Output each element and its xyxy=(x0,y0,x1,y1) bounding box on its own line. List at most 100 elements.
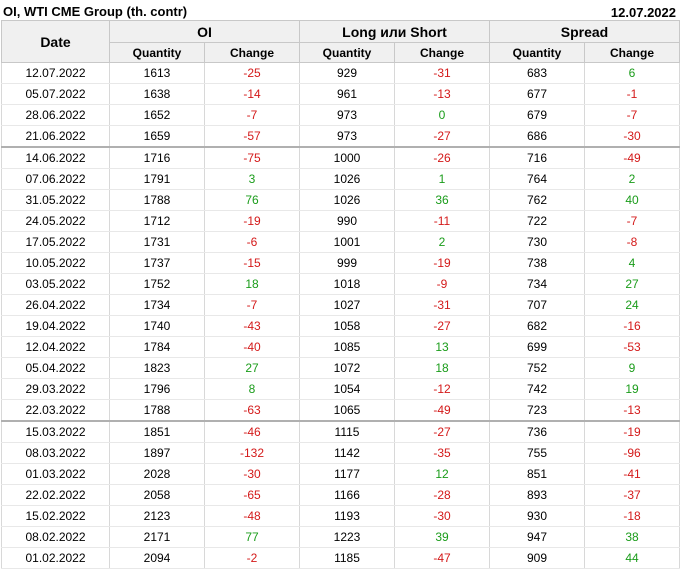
cell-date: 12.04.2022 xyxy=(1,336,110,358)
cell-oi-change: -75 xyxy=(204,146,300,169)
table-row: 28.06.2022 1652 -7 973 0 679 -7 xyxy=(1,104,680,126)
table-row: 24.05.2022 1712 -19 990 -11 722 -7 xyxy=(1,210,680,232)
cell-ls-change: -49 xyxy=(394,399,490,422)
report-title: OI, WTI CME Group (th. contr) xyxy=(3,4,188,19)
cell-oi-change: 27 xyxy=(204,357,300,379)
cell-oi-quantity: 1652 xyxy=(109,104,205,126)
cell-date: 05.04.2022 xyxy=(1,357,110,379)
table-body: 12.07.2022 1613 -25 929 -31 683 6 05.07.2022 163… xyxy=(1,62,680,569)
cell-spread-quantity: 762 xyxy=(489,189,585,211)
cell-oi-change: 76 xyxy=(204,189,300,211)
cell-spread-quantity: 893 xyxy=(489,484,585,506)
cell-spread-change: -37 xyxy=(584,484,680,506)
cell-date: 05.07.2022 xyxy=(1,83,110,105)
cell-date: 31.05.2022 xyxy=(1,189,110,211)
table-row: 08.03.2022 1897 -132 1142 -35 755 -96 xyxy=(1,442,680,464)
cell-ls-change: -28 xyxy=(394,484,490,506)
cell-spread-change: 2 xyxy=(584,168,680,190)
cell-date: 14.06.2022 xyxy=(1,146,110,169)
cell-oi-quantity: 1897 xyxy=(109,442,205,464)
cell-ls-quantity: 1001 xyxy=(299,231,395,253)
cell-spread-quantity: 686 xyxy=(489,125,585,148)
cell-date: 15.02.2022 xyxy=(1,505,110,527)
cell-oi-quantity: 1788 xyxy=(109,189,205,211)
cell-spread-change: -53 xyxy=(584,336,680,358)
cell-ls-change: 2 xyxy=(394,231,490,253)
cell-date: 10.05.2022 xyxy=(1,252,110,274)
cell-ls-change: -27 xyxy=(394,125,490,148)
cell-spread-change: 38 xyxy=(584,526,680,548)
table-row: 15.02.2022 2123 -48 1193 -30 930 -18 xyxy=(1,505,680,527)
cell-ls-change: 18 xyxy=(394,357,490,379)
cell-ls-quantity: 1177 xyxy=(299,463,395,485)
open-interest-table: Date OI Long или Short Spread Quantity C… xyxy=(1,20,680,569)
cell-oi-quantity: 2171 xyxy=(109,526,205,548)
cell-spread-change: 6 xyxy=(584,62,680,84)
cell-ls-quantity: 1166 xyxy=(299,484,395,506)
cell-ls-change: 13 xyxy=(394,336,490,358)
cell-oi-change: -25 xyxy=(204,62,300,84)
cell-spread-change: 9 xyxy=(584,357,680,379)
table-row: 21.06.2022 1659 -57 973 -27 686 -30 xyxy=(1,125,680,148)
cell-ls-quantity: 1085 xyxy=(299,336,395,358)
cell-ls-change: -19 xyxy=(394,252,490,274)
table-row: 05.04.2022 1823 27 1072 18 752 9 xyxy=(1,357,680,379)
cell-oi-change: -43 xyxy=(204,315,300,337)
cell-spread-quantity: 730 xyxy=(489,231,585,253)
cell-spread-change: -19 xyxy=(584,420,680,443)
cell-spread-quantity: 764 xyxy=(489,168,585,190)
group-header-oi: OI xyxy=(109,20,300,43)
cell-ls-quantity: 1065 xyxy=(299,399,395,422)
cell-ls-quantity: 1223 xyxy=(299,526,395,548)
group-header-long-short: Long или Short xyxy=(299,20,490,43)
cell-date: 22.02.2022 xyxy=(1,484,110,506)
cell-oi-change: -19 xyxy=(204,210,300,232)
cell-ls-quantity: 973 xyxy=(299,125,395,148)
cell-oi-change: -57 xyxy=(204,125,300,148)
cell-ls-quantity: 999 xyxy=(299,252,395,274)
cell-spread-change: 44 xyxy=(584,547,680,569)
table-row: 31.05.2022 1788 76 1026 36 762 40 xyxy=(1,189,680,211)
cell-ls-change: -27 xyxy=(394,315,490,337)
cell-ls-quantity: 1115 xyxy=(299,420,395,443)
cell-date: 24.05.2022 xyxy=(1,210,110,232)
cell-spread-change: -41 xyxy=(584,463,680,485)
cell-spread-change: -8 xyxy=(584,231,680,253)
cell-ls-quantity: 1058 xyxy=(299,315,395,337)
cell-oi-change: -30 xyxy=(204,463,300,485)
cell-spread-quantity: 752 xyxy=(489,357,585,379)
cell-spread-quantity: 755 xyxy=(489,442,585,464)
cell-ls-quantity: 973 xyxy=(299,104,395,126)
cell-ls-change: -11 xyxy=(394,210,490,232)
cell-ls-change: -31 xyxy=(394,294,490,316)
column-header-oi-quantity: Quantity xyxy=(109,42,205,63)
cell-date: 08.03.2022 xyxy=(1,442,110,464)
cell-ls-quantity: 990 xyxy=(299,210,395,232)
cell-ls-change: -13 xyxy=(394,83,490,105)
cell-oi-change: -2 xyxy=(204,547,300,569)
cell-oi-quantity: 2058 xyxy=(109,484,205,506)
cell-ls-change: -47 xyxy=(394,547,490,569)
cell-ls-quantity: 1054 xyxy=(299,378,395,400)
report-date: 12.07.2022 xyxy=(610,5,676,20)
cell-spread-quantity: 734 xyxy=(489,273,585,295)
cell-oi-change: -14 xyxy=(204,83,300,105)
cell-oi-change: 8 xyxy=(204,378,300,400)
cell-ls-quantity: 1027 xyxy=(299,294,395,316)
cell-date: 28.06.2022 xyxy=(1,104,110,126)
cell-ls-change: -31 xyxy=(394,62,490,84)
cell-oi-quantity: 1823 xyxy=(109,357,205,379)
cell-oi-quantity: 1659 xyxy=(109,125,205,148)
cell-spread-quantity: 851 xyxy=(489,463,585,485)
table-row: 17.05.2022 1731 -6 1001 2 730 -8 xyxy=(1,231,680,253)
cell-ls-quantity: 1185 xyxy=(299,547,395,569)
table-row: 07.06.2022 1791 3 1026 1 764 2 xyxy=(1,168,680,190)
table-row: 22.03.2022 1788 -63 1065 -49 723 -13 xyxy=(1,399,680,422)
cell-spread-quantity: 909 xyxy=(489,547,585,569)
table-row: 29.03.2022 1796 8 1054 -12 742 19 xyxy=(1,378,680,400)
cell-ls-change: -26 xyxy=(394,146,490,169)
cell-spread-change: -49 xyxy=(584,146,680,169)
cell-date: 07.06.2022 xyxy=(1,168,110,190)
cell-oi-quantity: 1784 xyxy=(109,336,205,358)
table-row: 12.04.2022 1784 -40 1085 13 699 -53 xyxy=(1,336,680,358)
